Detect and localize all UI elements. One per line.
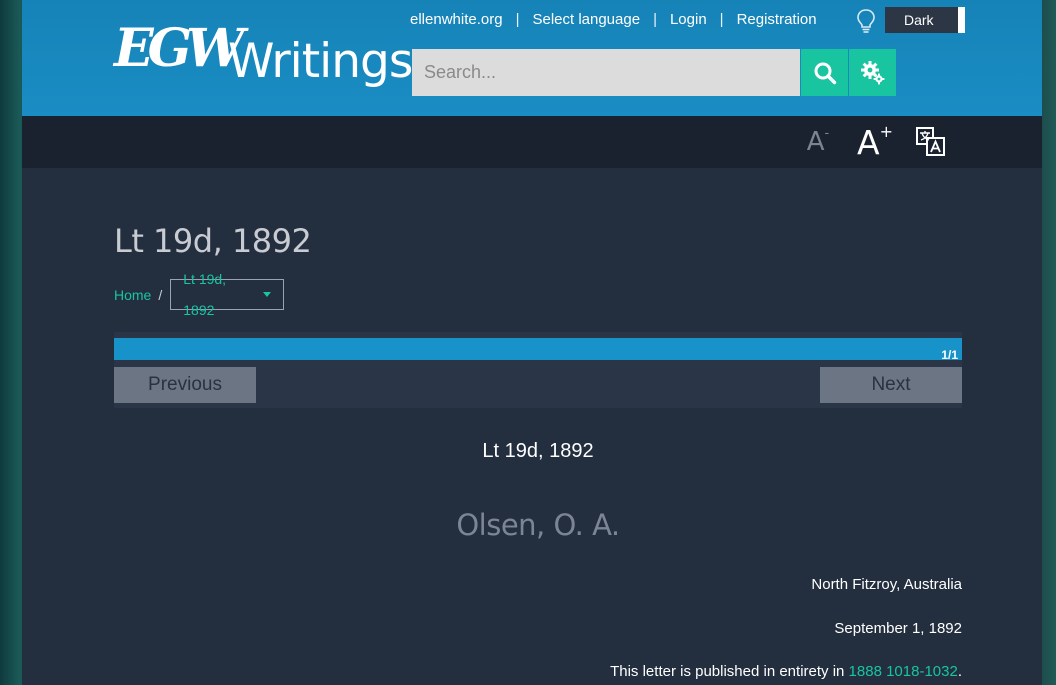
- progress-text: 1/1: [941, 348, 958, 362]
- font-increase-icon: A: [857, 122, 880, 162]
- dark-mode-label: Dark: [904, 12, 934, 28]
- publication-link[interactable]: 1888 1018-1032: [849, 663, 958, 680]
- next-button[interactable]: Next: [820, 367, 962, 403]
- search-icon: [814, 62, 836, 84]
- note-suffix: .: [957, 663, 962, 680]
- gear-icon: [860, 60, 884, 84]
- letter-heading: Lt 19d, 1892: [482, 440, 594, 462]
- letter-place: North Fitzroy, Australia: [811, 576, 962, 593]
- recipient: Olsen, O. A.: [456, 508, 620, 542]
- breadcrumb: Home / Lt 19d, 1892: [114, 271, 285, 318]
- font-decrease-icon: A: [806, 127, 825, 157]
- lightbulb-icon: [855, 8, 877, 34]
- note-prefix: This letter is published in entirety in: [610, 663, 849, 680]
- toggle-knob: [958, 7, 965, 33]
- translate-icon: [916, 127, 945, 156]
- breadcrumb-dropdown[interactable]: Lt 19d, 1892: [170, 271, 285, 318]
- breadcrumb-home[interactable]: Home: [114, 287, 151, 303]
- progress-bar: 1/1: [114, 338, 962, 362]
- translate-button[interactable]: [914, 122, 948, 162]
- caret-down-icon: [263, 292, 272, 297]
- font-increase-button[interactable]: A +: [857, 122, 893, 162]
- search-input[interactable]: [412, 49, 800, 96]
- separator: |: [719, 11, 724, 28]
- link-select-language[interactable]: Select language: [532, 11, 640, 28]
- link-login[interactable]: Login: [670, 11, 707, 28]
- breadcrumb-current: Lt 19d, 1892: [183, 270, 227, 318]
- page-title: Lt 19d, 1892: [114, 222, 312, 260]
- page: EGW Writings ellenwhite.org | Select lan…: [22, 0, 1042, 685]
- dark-mode-toggle[interactable]: Dark: [885, 7, 965, 33]
- search-button[interactable]: [801, 49, 848, 96]
- site-name[interactable]: Writings: [228, 34, 413, 89]
- reader-nav: 1/1 Previous Next: [114, 332, 962, 408]
- previous-button[interactable]: Previous: [114, 367, 256, 403]
- site-header: EGW Writings ellenwhite.org | Select lan…: [22, 0, 1042, 116]
- separator: |: [515, 11, 520, 28]
- font-decrease-button[interactable]: A-: [806, 122, 830, 162]
- letter-date: September 1, 1892: [834, 620, 962, 637]
- link-registration[interactable]: Registration: [737, 11, 817, 28]
- link-ellenwhite-org[interactable]: ellenwhite.org: [410, 11, 503, 28]
- publication-note: This letter is published in entirety in …: [114, 663, 962, 680]
- egw-logo[interactable]: EGW: [114, 12, 244, 86]
- reader-toolbar: A- A +: [22, 116, 1042, 168]
- separator: |: [653, 11, 657, 28]
- top-links: ellenwhite.org | Select language | Login…: [410, 11, 817, 28]
- settings-button[interactable]: [849, 49, 896, 96]
- breadcrumb-separator: /: [158, 286, 163, 303]
